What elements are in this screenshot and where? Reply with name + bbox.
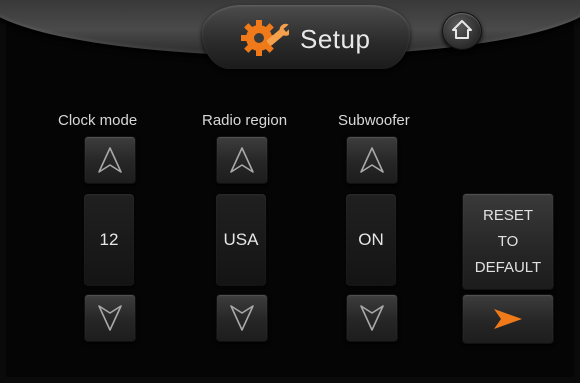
chevron-up-icon [230, 147, 254, 173]
home-icon [452, 20, 472, 39]
clock-mode-up-button[interactable] [84, 136, 136, 184]
arrow-right-icon [494, 309, 522, 329]
subwoofer-value: ON [346, 194, 396, 286]
next-button[interactable] [462, 294, 554, 344]
subwoofer-up-button[interactable] [346, 136, 398, 184]
radio-region-down-button[interactable] [216, 294, 268, 342]
reset-to-default-button[interactable]: RESET TO DEFAULT [462, 193, 554, 290]
chevron-down-icon [230, 305, 254, 331]
chevron-down-icon [98, 305, 122, 331]
subwoofer-label: Subwoofer [338, 112, 410, 129]
chevron-down-icon [360, 305, 384, 331]
reset-label-line3: DEFAULT [474, 258, 542, 276]
gear-wrench-icon [241, 20, 289, 56]
clock-mode-down-button[interactable] [84, 294, 136, 342]
home-button[interactable] [442, 12, 482, 50]
page-title: Setup [300, 24, 371, 54]
radio-region-up-button[interactable] [216, 136, 268, 184]
chevron-up-icon [98, 147, 122, 173]
chevron-up-icon [360, 147, 384, 173]
reset-label-line1: RESET [482, 206, 533, 224]
subwoofer-down-button[interactable] [346, 294, 398, 342]
reset-label-line2: TO [497, 232, 519, 250]
radio-region-value: USA [216, 194, 266, 286]
radio-region-label: Radio region [202, 112, 288, 129]
clock-mode-value: 12 [84, 194, 134, 286]
clock-mode-label: Clock mode [58, 112, 138, 129]
